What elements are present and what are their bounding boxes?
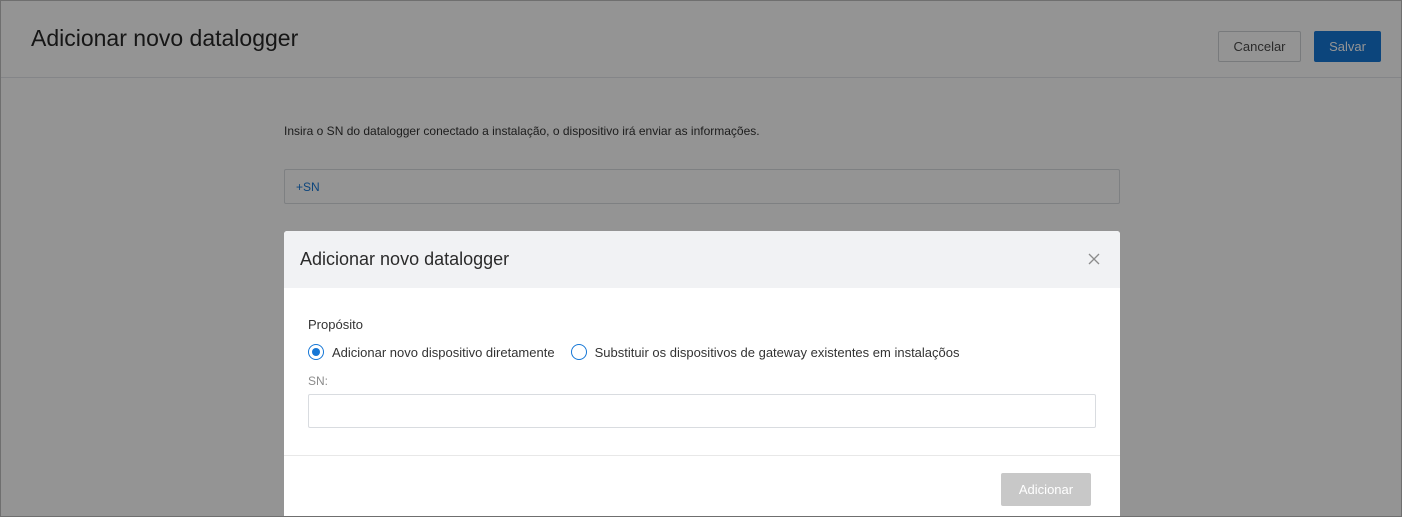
- sn-input[interactable]: [308, 394, 1096, 428]
- app-window: Adicionar novo datalogger Cancelar Salva…: [0, 0, 1402, 517]
- close-icon[interactable]: [1085, 250, 1103, 268]
- dialog-divider: [284, 455, 1120, 456]
- add-datalogger-dialog: Adicionar novo datalogger Propósito Adic…: [284, 231, 1120, 516]
- radio-replace-gateway[interactable]: Substituir os dispositivos de gateway ex…: [570, 344, 960, 360]
- radio-label: Adicionar novo dispositivo diretamente: [332, 344, 555, 360]
- radio-checked-icon[interactable]: [308, 344, 324, 360]
- radio-label: Substituir os dispositivos de gateway ex…: [594, 344, 960, 360]
- purpose-radio-group: Adicionar novo dispositivo diretamente S…: [308, 342, 960, 362]
- radio-add-directly[interactable]: Adicionar novo dispositivo diretamente: [308, 344, 555, 360]
- dialog-title: Adicionar novo datalogger: [300, 249, 510, 269]
- radio-unchecked-icon[interactable]: [570, 344, 587, 360]
- purpose-label: Propósito: [308, 317, 363, 332]
- dialog-header: Adicionar novo datalogger: [284, 231, 1120, 288]
- add-button[interactable]: Adicionar: [1001, 473, 1091, 506]
- sn-field-label: SN:: [308, 374, 329, 388]
